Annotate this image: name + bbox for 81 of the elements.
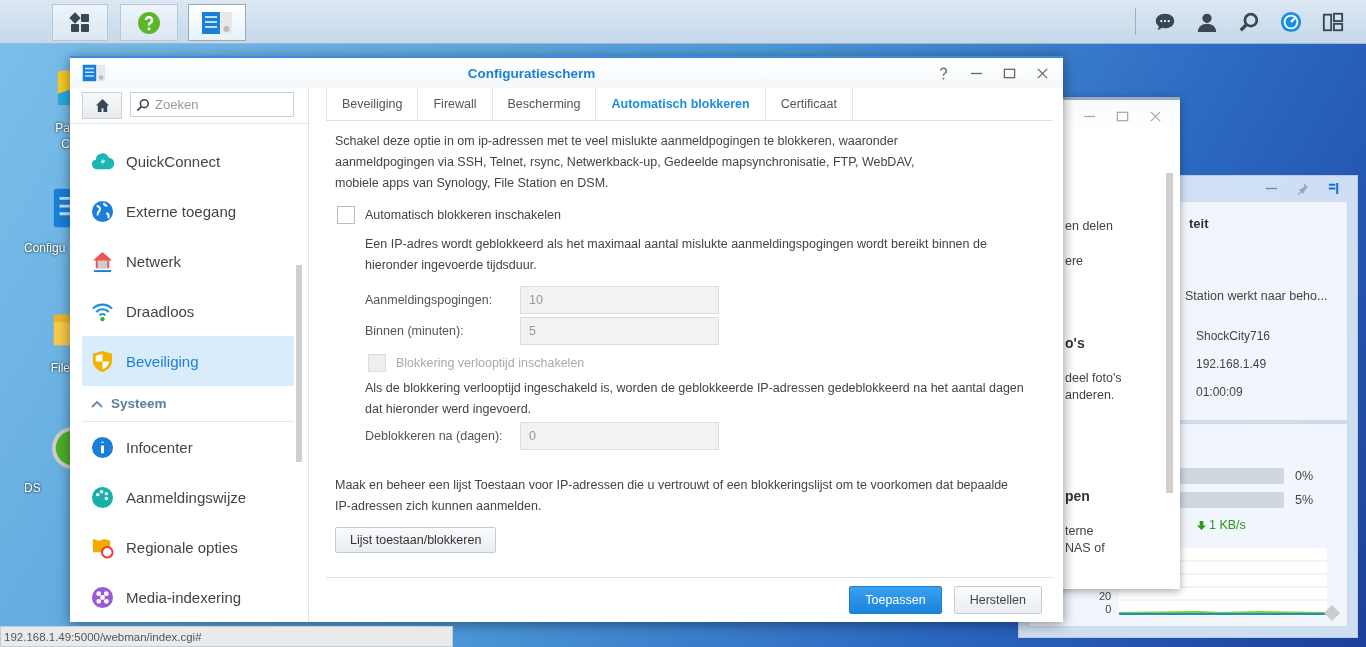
- chevron-icon: [91, 399, 103, 408]
- field-label: Binnen (minuten):: [365, 323, 465, 338]
- search-icon[interactable]: [1238, 10, 1260, 33]
- close-icon[interactable]: [1036, 66, 1049, 80]
- control-panel-icon: [201, 10, 233, 35]
- taskbar-button[interactable]: [52, 4, 108, 41]
- close-icon[interactable]: [1149, 109, 1162, 123]
- window-text: pen: [1065, 488, 1091, 505]
- window-title: Configuratiescherm: [466, 65, 597, 81]
- usage-reading: 5%: [1295, 493, 1314, 507]
- usage-reading: 0%: [1295, 469, 1314, 483]
- scrollbar[interactable]: [296, 265, 302, 462]
- maximize-icon[interactable]: [1116, 109, 1129, 123]
- sidebar-item[interactable]: Netwerk: [82, 236, 294, 286]
- sidebar-item[interactable]: Media-indexering: [82, 572, 294, 622]
- status-text: Station werkt naar beho...: [1185, 289, 1329, 303]
- palette-icon: [91, 485, 114, 509]
- field-label: Deblokkeren na (dagen):: [365, 428, 504, 443]
- allow-block-list-button[interactable]: Lijst toestaan/blokkeren: [335, 527, 497, 553]
- search-field[interactable]: Zoeken: [130, 92, 294, 117]
- shield-icon: [91, 349, 114, 373]
- sidebar-item[interactable]: Externe toegang: [82, 186, 294, 236]
- tab[interactable]: Certificaat: [765, 88, 853, 120]
- sidebar-item[interactable]: QuickConnect: [82, 136, 294, 186]
- sidebar-item[interactable]: Aanmeldingswijze: [82, 472, 294, 522]
- download-speed: 1 KB/s: [1197, 518, 1246, 532]
- desktop-icon-label: C: [61, 136, 70, 152]
- description-text: Schakel deze optie in om ip-adressen met te veel mislukte aanmeldpogingen te blokkeren, waaronder aanmeldpogingen via SSH, Telnet, rsync, Netwerkback-up, Gedeelde mapsynchronisatie, FTP, WebDAV, mobiele apps van Synology, File Station en DSM.: [335, 133, 916, 192]
- globe-icon: [91, 199, 114, 223]
- window-text: ere: [1065, 253, 1085, 270]
- checkbox-label[interactable]: Automatisch blokkeren inschakelen: [365, 208, 561, 222]
- grid-icon: [68, 10, 92, 35]
- description-text: Als de blokkering verlooptijd ingeschakeld is, worden de geblokkeerde IP-adressen gedeblokkeerd na het aantal dagen dat hieronder werd ingevoerd.: [365, 380, 1025, 418]
- tab[interactable]: Bescherming: [492, 88, 597, 120]
- window-text: deel foto's: [1065, 370, 1123, 387]
- info-icon: [91, 435, 114, 459]
- search-icon: [136, 98, 150, 112]
- tab[interactable]: Firewall: [418, 88, 493, 120]
- sidebar-item[interactable]: Infocenter: [82, 422, 294, 472]
- section-header[interactable]: Systeem: [82, 386, 294, 422]
- control-panel-icon: [82, 64, 106, 82]
- info-value: 01:00:09: [1196, 385, 1244, 399]
- resize-grip-icon[interactable]: [1323, 604, 1341, 622]
- status-url: 192.168.1.49:5000/webman/index.cgi#: [4, 630, 202, 643]
- window-text: NAS of: [1065, 540, 1106, 557]
- maximize-icon[interactable]: [1003, 66, 1016, 80]
- tab[interactable]: Automatisch blokkeren: [596, 88, 766, 120]
- sidebar-item[interactable]: Regionale opties: [82, 522, 294, 572]
- reset-button[interactable]: Herstellen: [953, 586, 1042, 614]
- house-icon: [91, 249, 114, 273]
- help-icon[interactable]: [937, 66, 950, 80]
- axis-tick-label: 0: [1105, 603, 1112, 616]
- gauge-icon[interactable]: [1280, 10, 1302, 33]
- desktop-icon-label: Pa: [55, 120, 70, 136]
- field-label: Aanmeldingspogingen:: [365, 292, 494, 307]
- card-title: teit: [1189, 216, 1210, 231]
- home-icon: [94, 98, 110, 113]
- desktop-icon-label: File: [50, 360, 70, 376]
- axis-tick-label: 20: [1099, 590, 1112, 603]
- film-icon: [91, 585, 114, 609]
- pin-icon[interactable]: [1296, 182, 1309, 195]
- home-button[interactable]: [82, 92, 122, 119]
- widget-toggle-icon[interactable]: [1327, 182, 1340, 195]
- window-text: anderen.: [1065, 387, 1116, 404]
- info-value: 192.168.1.49: [1196, 357, 1268, 371]
- desktop-icon-label: DS: [24, 480, 41, 496]
- widgets-icon[interactable]: [1322, 10, 1344, 33]
- desktop-icon-label: Configu: [24, 240, 66, 256]
- description-text: Maak en beheer een lijst Toestaan voor IP-adressen die u vertrouwt of een blokkeringslijst om te voorkomen dat bepaalde IP-adressen zich kunnen aanmelden.: [335, 477, 1010, 515]
- taskbar-button[interactable]: [188, 4, 246, 41]
- info-value: ShockCity716: [1196, 329, 1272, 343]
- window-text: terne: [1065, 523, 1095, 540]
- sidebar-item[interactable]: Draadloos: [82, 286, 294, 336]
- help-icon: [137, 10, 161, 35]
- scrollbar[interactable]: [1166, 173, 1173, 493]
- checkbox[interactable]: [337, 206, 355, 224]
- download-arrow-icon: [1197, 519, 1206, 531]
- window-text: en delen: [1065, 218, 1114, 235]
- window-text: o's: [1065, 335, 1086, 352]
- description-text: Een IP-adres wordt geblokkeerd als het maximaal aantal mislukte aanmeldingspogingen wordt bereikt binnen de hieronder ingevoerde tijdsduur.: [365, 236, 988, 274]
- tab[interactable]: Beveiliging: [327, 88, 419, 120]
